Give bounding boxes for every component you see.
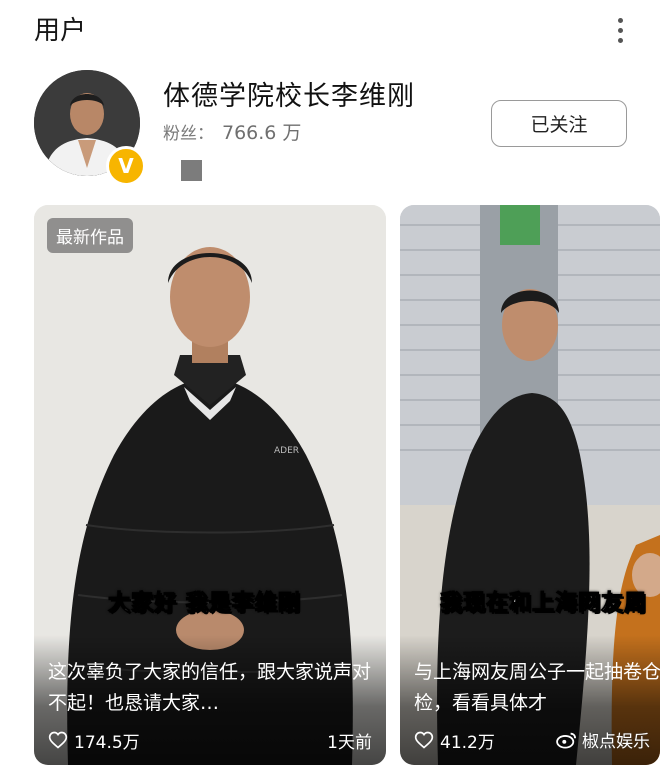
weibo-icon bbox=[556, 732, 576, 749]
video-caption-overlay: 我现在和上海网友周 bbox=[439, 591, 648, 617]
user-row[interactable]: V 体德学院校长李维刚 粉丝： 766.6 万 已关注 bbox=[0, 62, 660, 192]
heart-icon bbox=[414, 731, 434, 749]
like-count-value: 41.2万 bbox=[440, 732, 495, 753]
like-count: 174.5万 bbox=[48, 728, 140, 753]
fans-count: 粉丝： 766.6 万 bbox=[163, 118, 301, 145]
heart-icon bbox=[48, 731, 68, 749]
more-options-icon[interactable] bbox=[604, 14, 636, 46]
like-count-value: 174.5万 bbox=[74, 732, 140, 753]
section-title: 用户 bbox=[34, 16, 87, 46]
header: 用户 bbox=[0, 0, 660, 62]
fans-value: 766.6 万 bbox=[222, 122, 302, 144]
latest-badge: 最新作品 bbox=[47, 218, 133, 253]
follow-button[interactable]: 已关注 bbox=[491, 100, 627, 147]
watermark-text: 椒点娱乐 bbox=[582, 732, 650, 752]
watermark: 椒点娱乐 bbox=[556, 727, 650, 752]
video-description: 这次辜负了大家的信任，跟大家说声对不起！也恳请大家… bbox=[48, 661, 372, 714]
video-card[interactable]: 我现在和上海网友周 与上海网友周公子一起抽卷仓库抽检，看看具体才 41.2万 bbox=[400, 205, 660, 765]
verified-badge-icon: V bbox=[106, 146, 146, 186]
placeholder-image bbox=[181, 160, 202, 181]
video-description: 与上海网友周公子一起抽卷仓库抽检，看看具体才 bbox=[414, 661, 660, 714]
video-caption-overlay: 大家好 我是李维刚 bbox=[108, 591, 301, 617]
avatar[interactable]: V bbox=[34, 70, 146, 186]
card-meta: 174.5万 1天前 bbox=[48, 727, 372, 753]
user-name[interactable]: 体德学院校长李维刚 bbox=[163, 74, 415, 113]
post-age: 1天前 bbox=[327, 732, 372, 753]
like-count: 41.2万 bbox=[414, 728, 495, 753]
fans-label: 粉丝： bbox=[163, 124, 214, 144]
svg-text:ADER: ADER bbox=[274, 446, 299, 456]
video-card[interactable]: ADER 最新作品 大家好 我是李维刚 这次辜负了大家的信任，跟大家说声对不起！… bbox=[34, 205, 386, 765]
